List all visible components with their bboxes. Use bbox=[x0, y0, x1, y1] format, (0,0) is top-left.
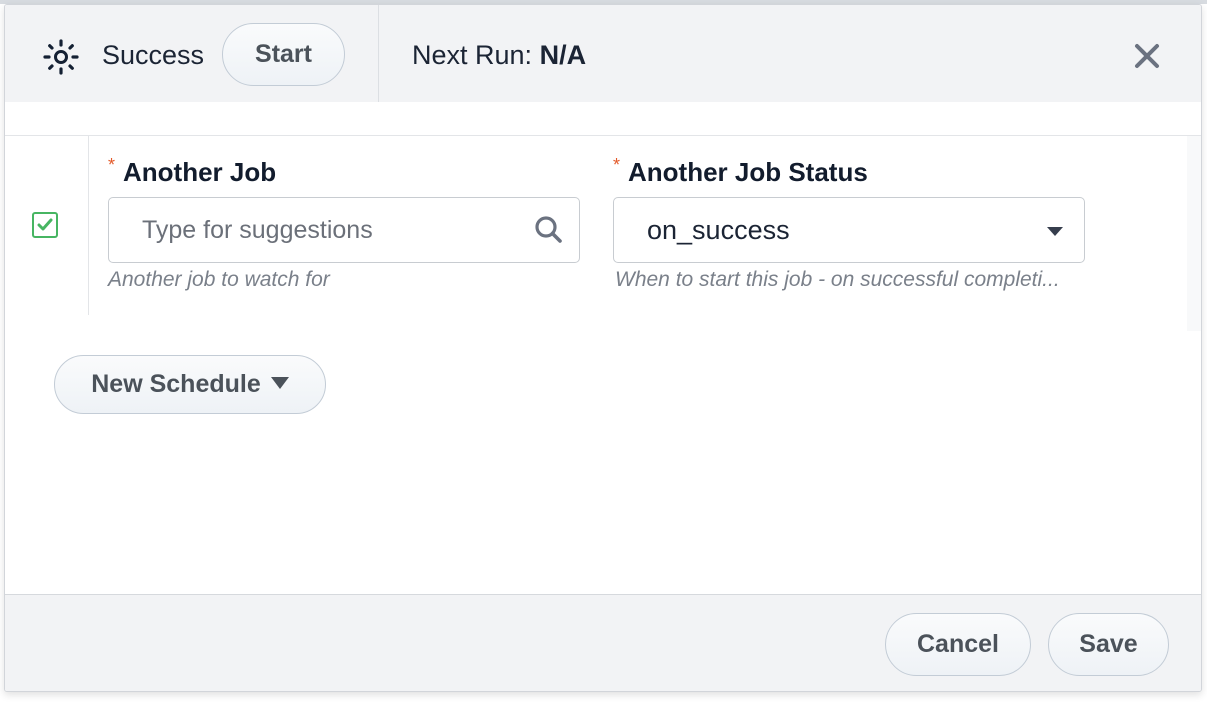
sun-loading-icon bbox=[43, 39, 79, 75]
checkmark-icon bbox=[37, 218, 53, 231]
another-job-status-value: on_success bbox=[647, 215, 790, 245]
header-divider bbox=[378, 5, 379, 102]
save-button[interactable]: Save bbox=[1048, 613, 1169, 676]
caret-down-icon bbox=[1047, 227, 1063, 236]
dialog-header: Success Start Next Run: N/A bbox=[5, 5, 1201, 102]
scrollbar-track[interactable] bbox=[1187, 136, 1201, 331]
cancel-button[interactable]: Cancel bbox=[885, 613, 1031, 676]
new-schedule-label: New Schedule bbox=[91, 370, 261, 398]
another-job-placeholder: Type for suggestions bbox=[142, 216, 373, 244]
schedule-dialog: Success Start Next Run: N/A * Another Job… bbox=[4, 4, 1202, 692]
next-run: Next Run: N/A bbox=[412, 40, 586, 71]
another-job-help: Another job to watch for bbox=[108, 268, 330, 291]
dialog-footer: Cancel Save bbox=[5, 594, 1201, 691]
required-marker: * bbox=[613, 155, 621, 175]
start-button[interactable]: Start bbox=[222, 23, 345, 86]
another-job-status-select[interactable]: on_success bbox=[613, 197, 1085, 263]
status-label: Success bbox=[102, 40, 205, 70]
required-marker: * bbox=[108, 155, 116, 175]
new-schedule-button[interactable]: New Schedule bbox=[54, 355, 326, 414]
section-divider bbox=[5, 135, 1201, 136]
row-divider bbox=[88, 136, 89, 315]
another-job-status-help: When to start this job - on successful c… bbox=[615, 268, 1060, 291]
schedule-enabled-checkbox[interactable] bbox=[32, 212, 58, 238]
another-job-status-label: * Another Job Status bbox=[613, 155, 868, 187]
another-job-input[interactable]: Type for suggestions bbox=[108, 197, 580, 263]
close-icon[interactable] bbox=[1132, 41, 1162, 71]
caret-down-icon bbox=[270, 377, 289, 390]
next-run-value: N/A bbox=[539, 40, 587, 70]
another-job-label: * Another Job bbox=[108, 155, 277, 187]
search-icon[interactable] bbox=[533, 214, 565, 246]
next-run-label: Next Run: bbox=[412, 40, 533, 70]
